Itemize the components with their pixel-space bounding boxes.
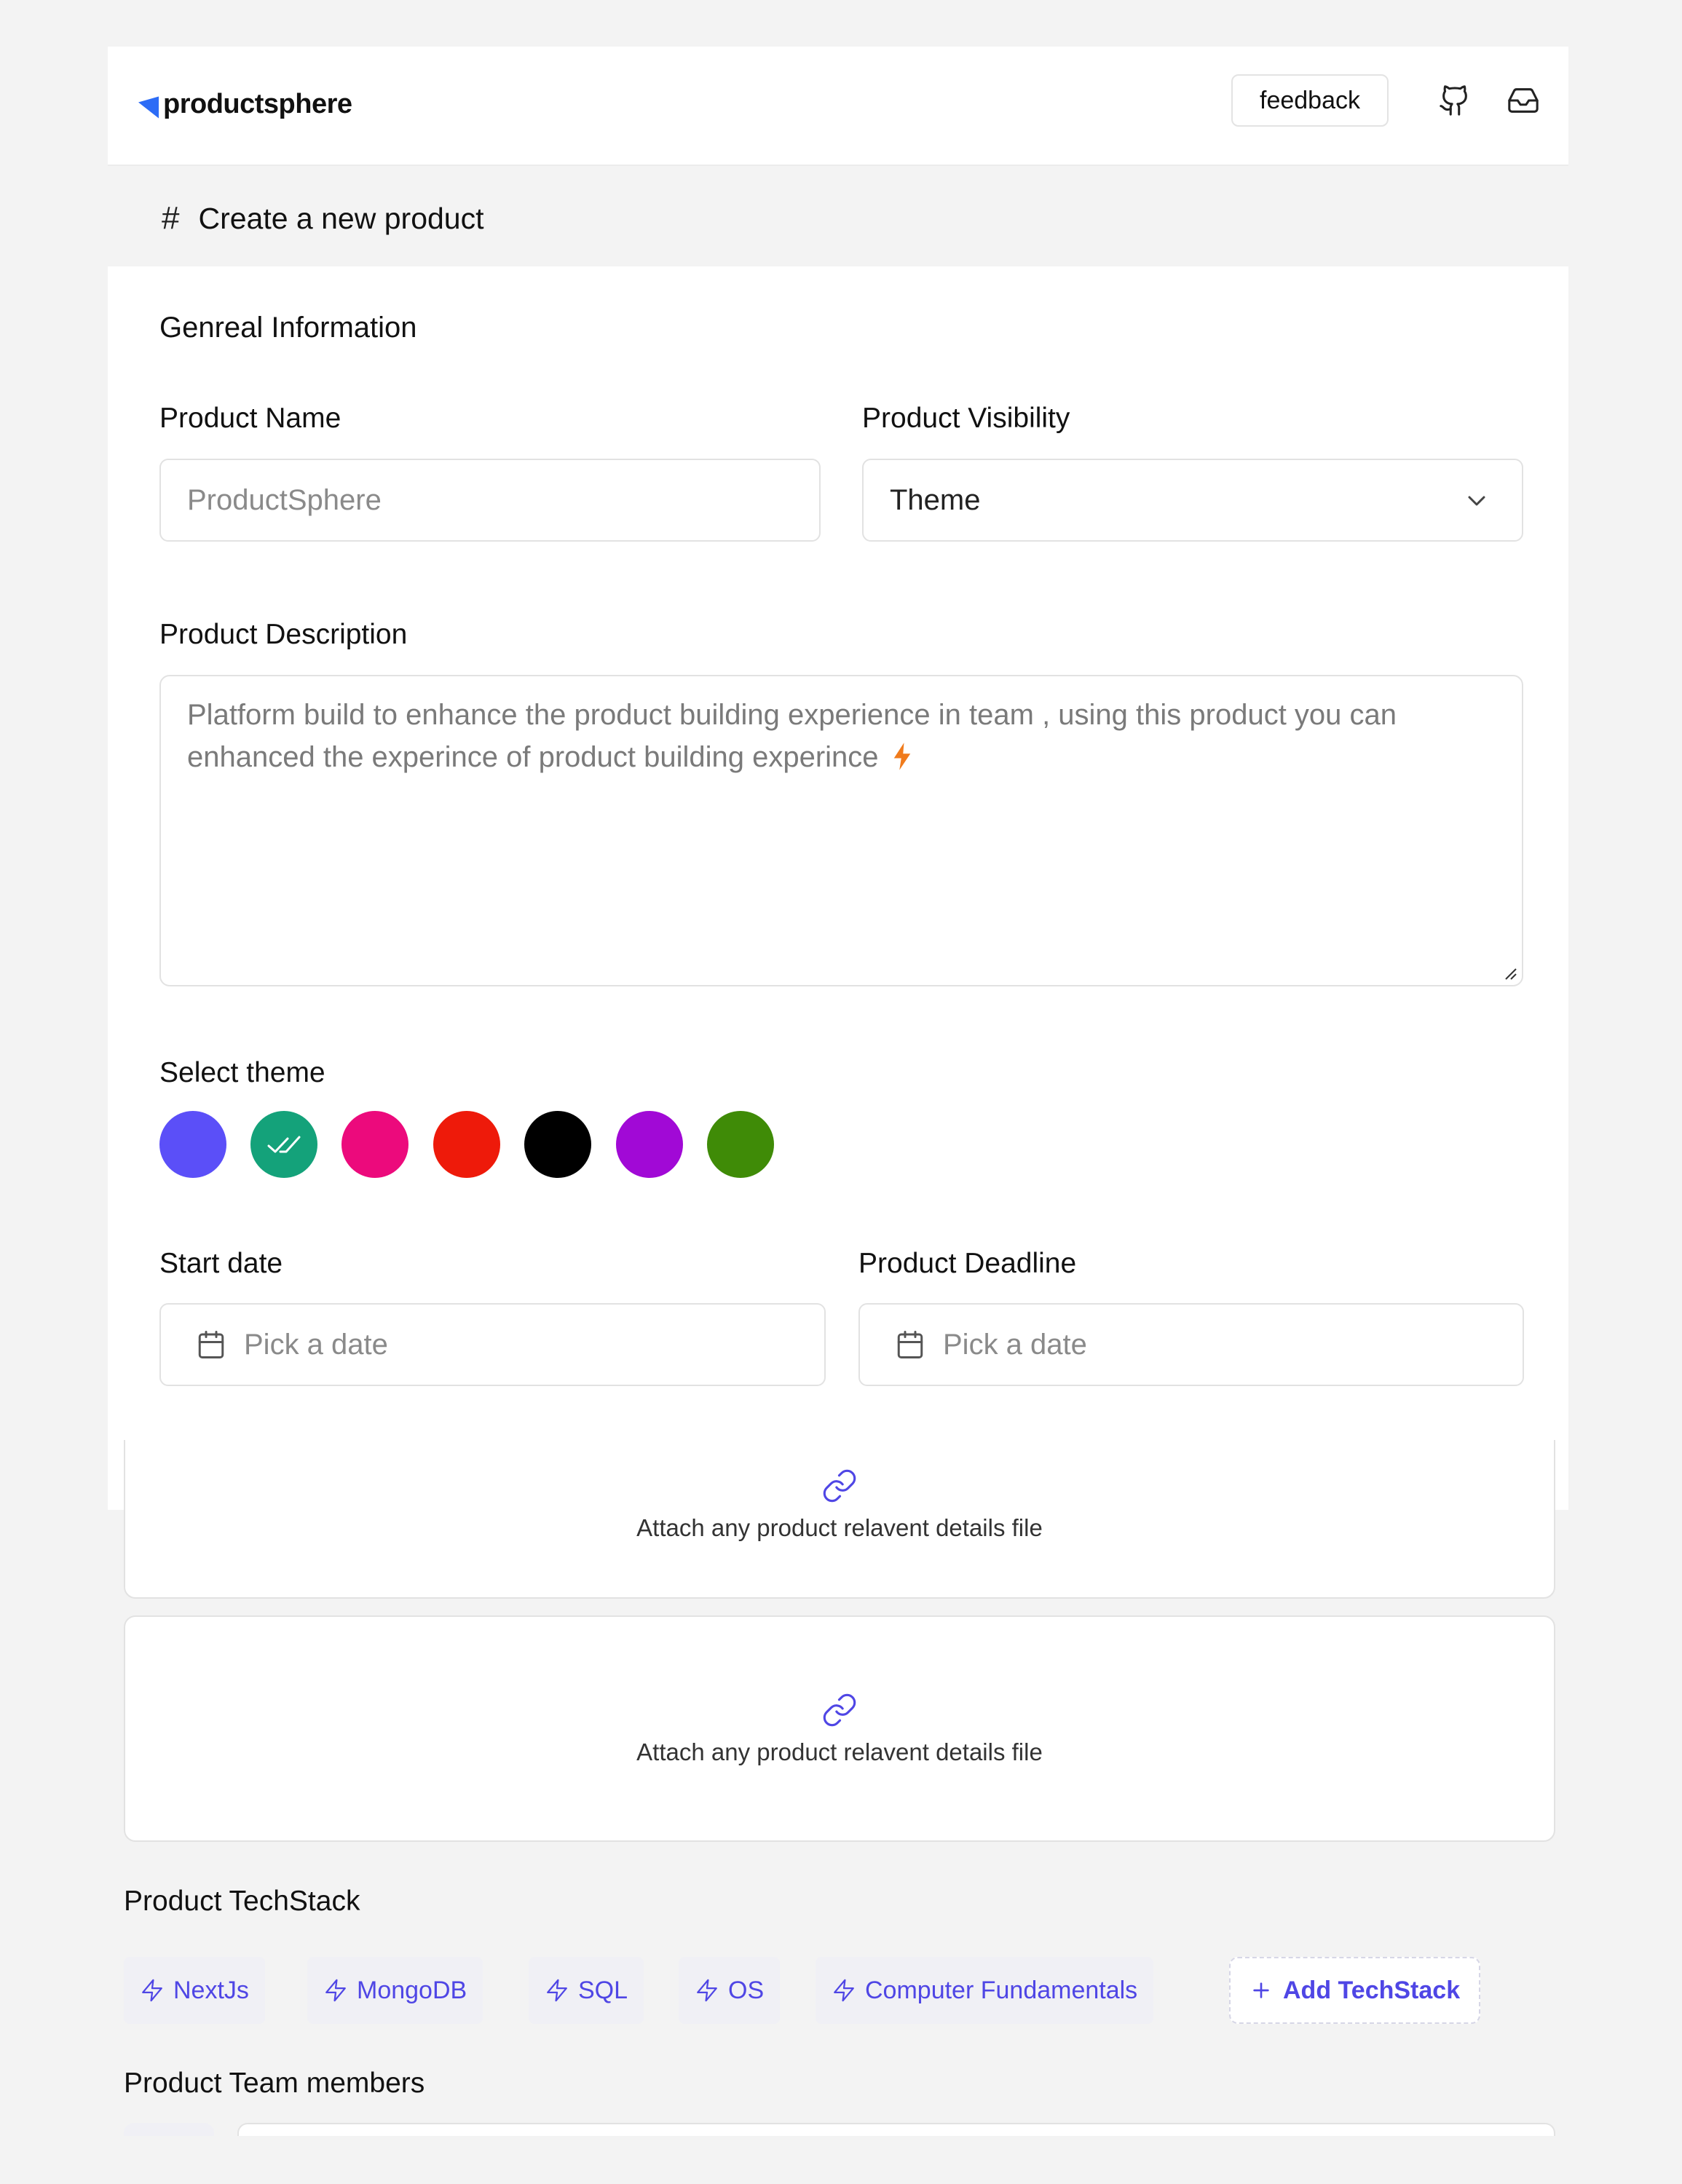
theme-swatch-green-selected[interactable] bbox=[250, 1111, 317, 1178]
theme-swatch-purple[interactable] bbox=[616, 1111, 683, 1178]
techstack-chip-label: SQL bbox=[578, 1976, 628, 2004]
inbox-icon[interactable] bbox=[1504, 82, 1542, 119]
calendar-icon bbox=[897, 1331, 923, 1358]
team-members-label: Product Team members bbox=[124, 2068, 425, 2099]
techstack-chip[interactable]: SQL bbox=[529, 1957, 644, 2024]
chevron-down-icon bbox=[1468, 496, 1485, 506]
techstack-chip-label: OS bbox=[728, 1976, 765, 2004]
techstack-label: Product TechStack bbox=[124, 1886, 360, 1917]
theme-swatch-indigo[interactable] bbox=[159, 1111, 226, 1178]
link-icon bbox=[823, 1693, 856, 1726]
bolt-outline-icon bbox=[834, 1979, 854, 2002]
theme-swatch-pink[interactable] bbox=[341, 1111, 408, 1178]
team-members-input[interactable] bbox=[237, 2123, 1555, 2136]
product-visibility-label: Product Visibility bbox=[862, 403, 1070, 434]
brand-logo[interactable]: productsphere bbox=[138, 89, 352, 120]
techstack-chip-label: NextJs bbox=[173, 1976, 249, 2004]
page-heading: # Create a new product bbox=[162, 198, 484, 239]
add-techstack-label: Add TechStack bbox=[1283, 1976, 1461, 2004]
techstack-chip[interactable]: OS bbox=[679, 1957, 781, 2024]
plus-icon bbox=[1253, 1982, 1269, 1998]
deadline-placeholder: Pick a date bbox=[943, 1328, 1087, 1361]
start-date-placeholder: Pick a date bbox=[244, 1328, 388, 1361]
attachment-dropzone-2[interactable]: Attach any product relavent details file bbox=[124, 1615, 1555, 1842]
techstack-chip[interactable]: Computer Fundamentals bbox=[816, 1957, 1154, 2024]
techstack-chip-label: Computer Fundamentals bbox=[865, 1976, 1138, 2004]
product-name-input[interactable]: ProductSphere bbox=[159, 459, 821, 542]
team-avatar-placeholder[interactable] bbox=[124, 2123, 214, 2136]
add-techstack-button[interactable]: Add TechStack bbox=[1229, 1957, 1481, 2024]
top-navbar: productsphere feedback bbox=[108, 47, 1568, 166]
attachment-dropzone-1-clip: Attach any product relavent details file bbox=[124, 1440, 1555, 1599]
product-visibility-select[interactable]: Theme bbox=[862, 459, 1523, 542]
bolt-outline-icon bbox=[547, 1979, 567, 2002]
theme-swatch-olive[interactable] bbox=[707, 1111, 774, 1178]
product-name-label: Product Name bbox=[159, 403, 341, 434]
techstack-chip[interactable]: NextJs bbox=[124, 1957, 265, 2024]
product-visibility-value: Theme bbox=[890, 483, 981, 516]
bolt-outline-icon bbox=[142, 1979, 162, 2002]
product-description-textarea[interactable]: Platform build to enhance the product bu… bbox=[159, 675, 1523, 986]
product-name-placeholder: ProductSphere bbox=[187, 483, 382, 516]
product-description-placeholder: Platform build to enhance the product bu… bbox=[187, 699, 1397, 773]
github-icon[interactable] bbox=[1436, 82, 1474, 119]
resize-handle-icon[interactable] bbox=[1501, 965, 1517, 981]
double-check-icon bbox=[267, 1136, 301, 1153]
logo-arrow-icon bbox=[138, 91, 159, 118]
start-date-label: Start date bbox=[159, 1248, 283, 1279]
section-title: Genreal Information bbox=[159, 312, 417, 344]
attachment-text: Attach any product relavent details file bbox=[636, 1514, 1043, 1541]
calendar-icon bbox=[198, 1331, 224, 1358]
techstack-chip[interactable]: MongoDB bbox=[307, 1957, 483, 2024]
theme-swatch-red[interactable] bbox=[433, 1111, 500, 1178]
bolt-outline-icon bbox=[697, 1979, 717, 2002]
bolt-outline-icon bbox=[325, 1979, 346, 2002]
attachment-dropzone-1[interactable]: Attach any product relavent details file bbox=[124, 1440, 1555, 1599]
page-title: Create a new product bbox=[198, 201, 484, 235]
attachment-text: Attach any product relavent details file bbox=[636, 1738, 1043, 1765]
select-theme-label: Select theme bbox=[159, 1057, 325, 1088]
techstack-chip-label: MongoDB bbox=[357, 1976, 467, 2004]
feedback-button[interactable]: feedback bbox=[1231, 74, 1389, 127]
theme-swatch-black[interactable] bbox=[524, 1111, 591, 1178]
product-deadline-label: Product Deadline bbox=[858, 1248, 1077, 1279]
brand-name: productsphere bbox=[163, 89, 352, 119]
hash-icon: # bbox=[162, 200, 180, 236]
product-description-label: Product Description bbox=[159, 619, 408, 650]
link-icon bbox=[823, 1469, 856, 1503]
start-date-picker[interactable]: Pick a date bbox=[159, 1303, 826, 1386]
bolt-icon bbox=[893, 743, 910, 770]
deadline-date-picker[interactable]: Pick a date bbox=[858, 1303, 1524, 1386]
